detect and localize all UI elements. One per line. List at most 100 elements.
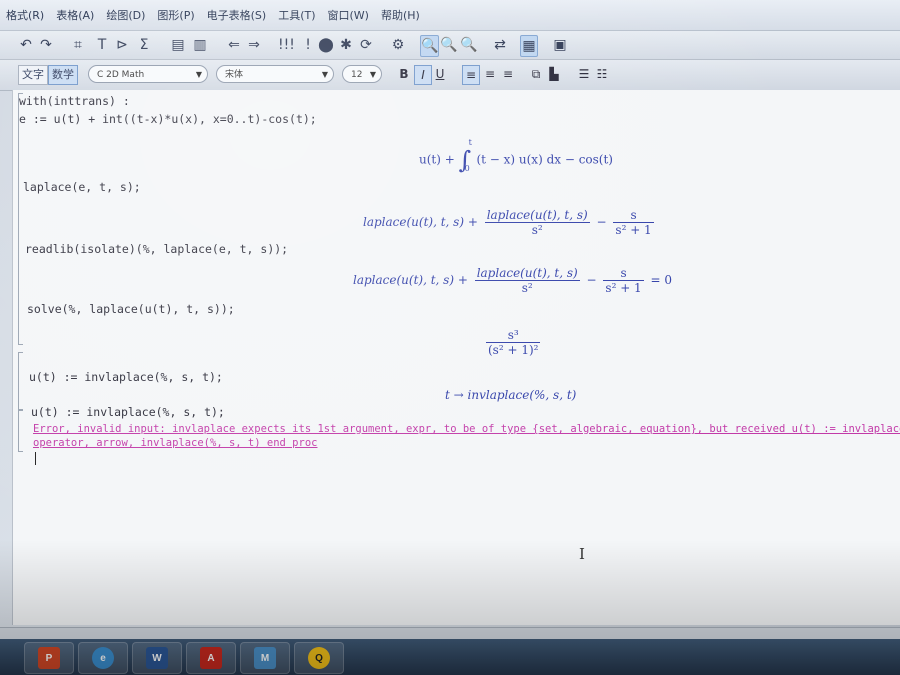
numerator: s³ <box>486 328 541 343</box>
output-text: t → invlaplace(%, s, t) <box>445 388 577 402</box>
menu-spreadsheet[interactable]: 电子表格(S) <box>201 7 273 23</box>
zoom-150-icon[interactable]: 🔍 <box>440 35 457 55</box>
output-arrow-function: t → invlaplace(%, s, t) <box>445 388 576 402</box>
output-text: u(t) + <box>419 152 459 167</box>
italic-button[interactable]: I <box>414 65 432 85</box>
execute-all-icon[interactable]: !!! <box>278 35 295 55</box>
menu-format[interactable]: 格式(R) <box>0 7 50 23</box>
style-combo[interactable]: C 2D Math ▼ <box>88 65 208 83</box>
numerator: s <box>603 266 644 281</box>
input-line[interactable]: e := u(t) + int((t-x)*u(x), x=0..t)-cos(… <box>19 112 317 126</box>
denominator: s² + 1 <box>615 223 652 237</box>
denominator: s² + 1 <box>605 281 642 295</box>
bold-button[interactable]: B <box>396 65 412 83</box>
menu-bar: 格式(R) 表格(A) 绘图(D) 图形(P) 电子表格(S) 工具(T) 窗口… <box>0 0 900 31</box>
error-message-continuation: operator, arrow, invlaplace(%, s, t) end… <box>33 437 318 449</box>
menu-draw[interactable]: 绘图(D) <box>100 7 151 23</box>
menu-tools[interactable]: 工具(T) <box>272 7 321 23</box>
text-mode-button[interactable]: 文字 <box>18 65 48 85</box>
menu-plot[interactable]: 图形(P) <box>151 7 200 23</box>
output-text: laplace(u(t), t, s) + <box>353 273 472 287</box>
minus-sign: − <box>596 215 611 229</box>
text-insert-icon[interactable]: T <box>94 35 110 55</box>
subsection-icon[interactable]: ▥ <box>192 35 208 55</box>
input-line[interactable]: u(t) := invlaplace(%, s, t); <box>29 370 223 384</box>
zoom-100-icon[interactable]: 🔍 <box>420 35 440 57</box>
chevron-down-icon: ▼ <box>369 70 376 79</box>
input-line[interactable]: readlib(isolate)(%, laplace(e, t, s)); <box>25 242 288 256</box>
restart-icon[interactable]: ⟳ <box>358 35 374 55</box>
taskbar-button[interactable]: Q <box>294 642 344 674</box>
input-line[interactable]: with(inttrans) : <box>19 94 130 108</box>
output-isolate: laplace(u(t), t, s) + laplace(u(t), t, s… <box>353 266 672 295</box>
error-message: Error, invalid input: invlaplace expects… <box>33 423 900 435</box>
math-mode-button[interactable]: 数学 <box>48 65 78 85</box>
numerator: s <box>613 208 654 223</box>
numerator: laplace(u(t), t, s) <box>474 266 580 281</box>
copy-format-icon[interactable]: ⧉ <box>528 65 544 83</box>
browser-icon: e <box>92 647 114 669</box>
settings-icon[interactable]: ⚙ <box>390 35 406 55</box>
sum-icon[interactable]: Σ <box>136 35 152 55</box>
debug-icon[interactable]: ✱ <box>338 35 354 55</box>
taskbar-button[interactable]: M <box>240 642 290 674</box>
redo-icon[interactable]: ↷ <box>38 35 54 55</box>
word-icon: W <box>146 647 168 669</box>
fraction: s³ (s² + 1)² <box>486 328 541 357</box>
denominator: s² <box>521 281 533 295</box>
help-page-icon[interactable]: ▣ <box>552 35 568 55</box>
execution-group-bracket[interactable] <box>18 352 23 410</box>
output-text: laplace(u(t), t, s) + <box>363 215 482 229</box>
lower-limit: 0 <box>464 164 470 173</box>
denominator: (s² + 1)² <box>488 343 539 357</box>
fraction: laplace(u(t), t, s) s² <box>474 266 580 295</box>
execution-group-bracket[interactable] <box>18 410 23 452</box>
menu-table[interactable]: 表格(A) <box>50 7 100 23</box>
denominator: s² <box>531 223 543 237</box>
execute-icon[interactable]: ! <box>300 35 316 55</box>
execution-group-icon[interactable]: ⊳ <box>114 35 130 55</box>
prompt-icon[interactable]: ⌗ <box>70 35 86 55</box>
output-solve: s³ (s² + 1)² <box>483 328 543 357</box>
stop-icon[interactable]: ⬤ <box>318 35 334 55</box>
numbered-list-icon[interactable]: ☷ <box>594 65 610 83</box>
qq-icon: Q <box>308 647 330 669</box>
worksheet[interactable]: with(inttrans) : e := u(t) + int((t-x)*u… <box>12 90 900 625</box>
output-text: (t − x) u(x) dx − cos(t) <box>476 152 613 167</box>
menu-help[interactable]: 帮助(H) <box>375 7 426 23</box>
paint-icon[interactable]: ▙ <box>546 65 562 83</box>
section-icon[interactable]: ▤ <box>170 35 186 55</box>
taskbar-button[interactable]: e <box>78 642 128 674</box>
taskbar-button[interactable]: W <box>132 642 182 674</box>
taskbar-button[interactable]: A <box>186 642 236 674</box>
align-center-icon[interactable]: ≡ <box>482 65 498 83</box>
fraction: s s² + 1 <box>613 208 654 237</box>
menu-window[interactable]: 窗口(W) <box>322 7 375 23</box>
equals-zero: = 0 <box>650 273 673 287</box>
taskbar: P e W A M Q <box>0 639 900 675</box>
pdf-icon: A <box>200 647 222 669</box>
input-line[interactable]: laplace(e, t, s); <box>23 180 141 194</box>
output-integral: u(t) + ∫ t 0 (t − x) u(x) dx − cos(t) <box>419 138 613 174</box>
input-line[interactable]: u(t) := invlaplace(%, s, t); <box>31 405 225 419</box>
underline-button[interactable]: U <box>432 65 448 83</box>
exchange-icon[interactable]: ⇄ <box>492 35 508 55</box>
input-line[interactable]: solve(%, laplace(u(t), t, s)); <box>27 302 235 316</box>
grid-view-icon[interactable]: ▦ <box>520 35 538 57</box>
upper-limit: t <box>468 138 472 147</box>
align-right-icon[interactable]: ≡ <box>500 65 516 83</box>
output-laplace: laplace(u(t), t, s) + laplace(u(t), t, s… <box>363 208 657 237</box>
undo-icon[interactable]: ↶ <box>18 35 34 55</box>
align-left-icon[interactable]: ≡ <box>462 65 480 85</box>
zoom-200-icon[interactable]: 🔍 <box>460 35 477 55</box>
font-combo[interactable]: 宋体 ▼ <box>216 65 334 83</box>
execution-group-bracket[interactable] <box>18 93 23 345</box>
font-combo-value: 宋体 <box>225 70 244 80</box>
mouse-ibeam-cursor: I <box>579 545 585 563</box>
forward-arrow-icon[interactable]: ⇒ <box>246 35 262 55</box>
back-arrow-icon[interactable]: ⇐ <box>226 35 242 55</box>
size-combo[interactable]: 12 ▼ <box>342 65 382 83</box>
bullet-list-icon[interactable]: ☰ <box>576 65 592 83</box>
taskbar-button[interactable]: P <box>24 642 74 674</box>
size-combo-value: 12 <box>351 70 363 80</box>
